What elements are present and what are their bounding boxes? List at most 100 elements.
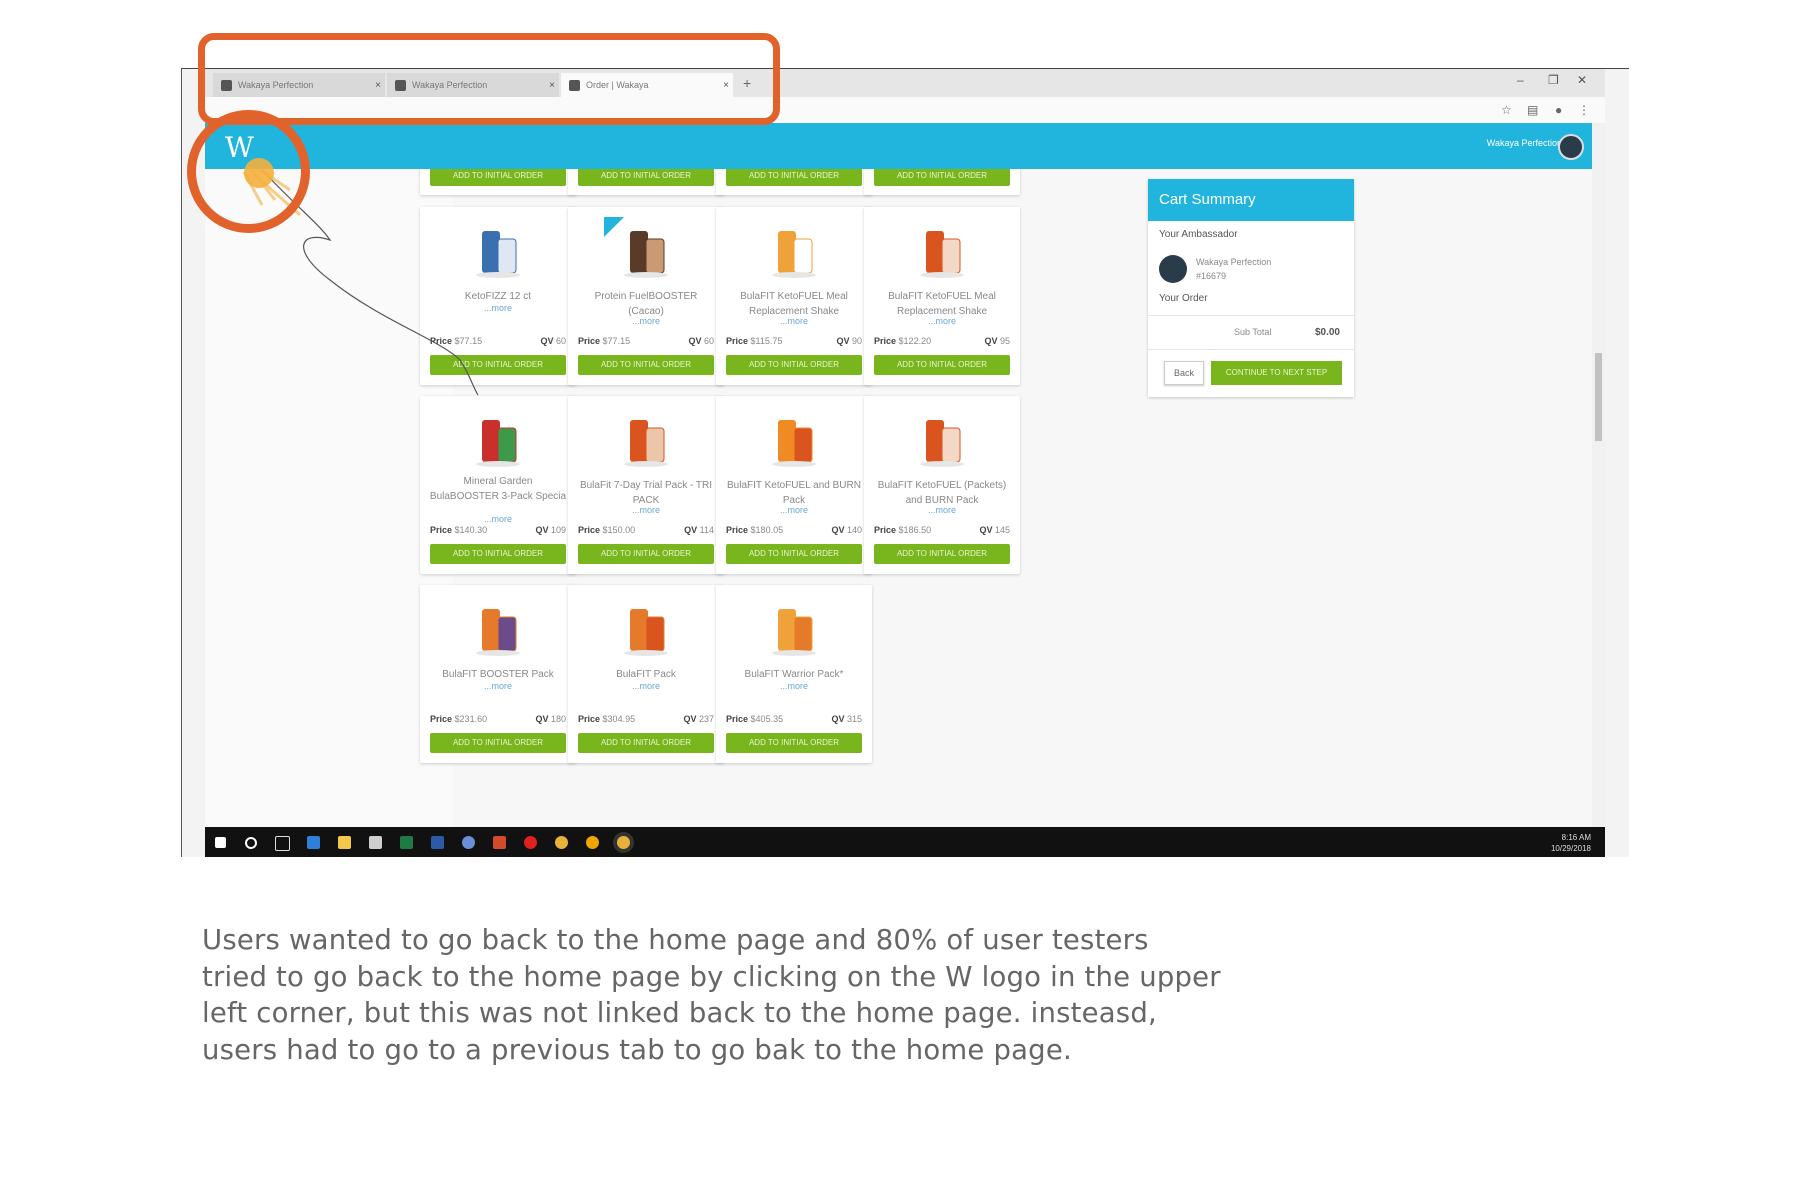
price-value: $115.75 [750,336,783,346]
price-label: Price [874,336,897,346]
add-to-order-button[interactable]: ADD TO INITIAL ORDER [578,544,714,564]
ambassador-name: Wakaya Perfection [1196,257,1272,267]
more-link[interactable]: ...more [428,681,568,691]
site-header: W Wakaya Perfection [205,123,1592,169]
qv-label: QV [979,525,993,535]
product-image[interactable] [616,599,676,661]
chrome-icon[interactable] [617,836,630,849]
product-image[interactable] [764,221,824,283]
more-link[interactable]: ...more [724,316,864,326]
product-price: Price $150.00 [578,525,635,535]
product-image[interactable] [468,410,528,472]
taskbar-clock[interactable]: 8:16 AM 10/29/2018 [1551,832,1591,854]
product-qv: QV 180 [535,714,566,724]
user-name[interactable]: Wakaya Perfection [1487,138,1562,148]
minimize-icon[interactable]: – [1517,73,1524,87]
more-link[interactable]: ...more [872,505,1012,515]
menu-icon[interactable]: ⋮ [1578,103,1590,117]
more-link[interactable]: ...more [428,303,568,313]
cart-summary: Cart Summary Your Ambassador Wakaya Perf… [1148,179,1354,397]
product-name: BulaFIT Pack [616,669,676,680]
add-to-order-button[interactable]: ADD TO INITIAL ORDER [726,544,862,564]
add-to-order-button[interactable]: ADD TO INITIAL ORDER [726,169,862,186]
task-view-icon[interactable] [275,836,290,851]
more-link[interactable]: ...more [724,505,864,515]
more-link[interactable]: ...more [576,316,716,326]
chrome-icon[interactable] [555,836,568,849]
add-to-order-button[interactable]: ADD TO INITIAL ORDER [430,355,566,375]
price-value: $180.05 [750,525,784,535]
qv-value: 315 [846,714,862,724]
edge-icon[interactable] [307,836,320,849]
qv-value: 140 [846,525,862,535]
continue-button[interactable]: CONTINUE TO NEXT STEP [1211,361,1342,385]
price-value: $231.60 [454,714,488,724]
add-to-order-button[interactable]: ADD TO INITIAL ORDER [430,169,566,186]
scrollbar[interactable] [1592,123,1605,827]
product-price: Price $180.05 [726,525,783,535]
windows-taskbar: 8:16 AM 10/29/2018 [205,827,1605,857]
more-link[interactable]: ...more [724,681,864,691]
add-to-order-button[interactable]: ADD TO INITIAL ORDER [578,169,714,186]
store-icon[interactable] [369,836,382,849]
qv-value: 90 [851,336,862,346]
product-image[interactable] [912,410,972,472]
app-icon[interactable] [586,836,599,849]
product-price: Price $77.15 [430,336,482,346]
product-card: Protein FuelBOOSTER (Cacao) ...more Price … [568,207,724,385]
window-close-icon[interactable]: ✕ [1577,73,1587,87]
add-to-order-button[interactable]: ADD TO INITIAL ORDER [578,733,714,753]
product-qv: QV 95 [984,336,1010,346]
more-link[interactable]: ...more [872,316,1012,326]
add-to-order-button[interactable]: ADD TO INITIAL ORDER [726,355,862,375]
price-value: $304.95 [602,714,636,724]
opera-icon[interactable] [524,836,537,849]
restore-icon[interactable]: ❐ [1548,73,1559,87]
add-to-order-button[interactable]: ADD TO INITIAL ORDER [874,169,1010,186]
add-to-order-button[interactable]: ADD TO INITIAL ORDER [578,355,714,375]
product-image[interactable] [616,410,676,472]
product-card: BulaFIT BOOSTER Pack ...more Price $231.60… [420,585,576,763]
more-link[interactable]: ...more [576,505,716,515]
back-button[interactable]: Back [1164,361,1204,385]
product-image[interactable] [468,221,528,283]
more-link[interactable]: ...more [428,514,568,524]
avatar[interactable] [1558,134,1584,160]
qv-label: QV [984,336,998,346]
page-content: ADD TO INITIAL ORDER ADD TO INITIAL ORDE… [205,169,1592,827]
file-explorer-icon[interactable] [338,836,351,849]
product-name: BulaFIT KetoFUEL Meal Replacement Shake [888,291,996,317]
star-icon[interactable]: ☆ [1501,103,1512,117]
powerpoint-icon[interactable] [493,836,506,849]
product-image[interactable] [616,221,676,283]
word-icon[interactable] [431,836,444,849]
add-to-order-button[interactable]: ADD TO INITIAL ORDER [874,355,1010,375]
windows-start-icon[interactable] [215,837,226,848]
add-to-order-button[interactable]: ADD TO INITIAL ORDER [874,544,1010,564]
add-to-order-button[interactable]: ADD TO INITIAL ORDER [430,733,566,753]
product-card-partial: ADD TO INITIAL ORDER [864,169,1020,195]
search-icon[interactable] [245,837,257,849]
qv-value: 237 [698,714,714,724]
product-qv: QV 315 [831,714,862,724]
more-link[interactable]: ...more [576,681,716,691]
product-image[interactable] [468,599,528,661]
scrollbar-thumb[interactable] [1595,353,1602,441]
price-label: Price [726,714,749,724]
product-card: BulaFIT KetoFUEL (Packets) and BURN Pack… [864,396,1020,574]
add-to-order-button[interactable]: ADD TO INITIAL ORDER [430,544,566,564]
excel-icon[interactable] [400,836,413,849]
product-image[interactable] [764,599,824,661]
product-image[interactable] [764,410,824,472]
profile-icon[interactable]: ● [1555,103,1562,117]
product-price: Price $122.20 [874,336,931,346]
app-icon[interactable] [462,836,475,849]
qv-label: QV [535,714,549,724]
price-label: Price [430,336,453,346]
extension-icon[interactable]: ▤ [1527,103,1538,117]
add-to-order-button[interactable]: ADD TO INITIAL ORDER [726,733,862,753]
product-price: Price $405.35 [726,714,783,724]
screenshot-frame: Wakaya Perfection × Wakaya Perfection × … [181,68,1629,857]
qv-value: 95 [999,336,1010,346]
product-image[interactable] [912,221,972,283]
